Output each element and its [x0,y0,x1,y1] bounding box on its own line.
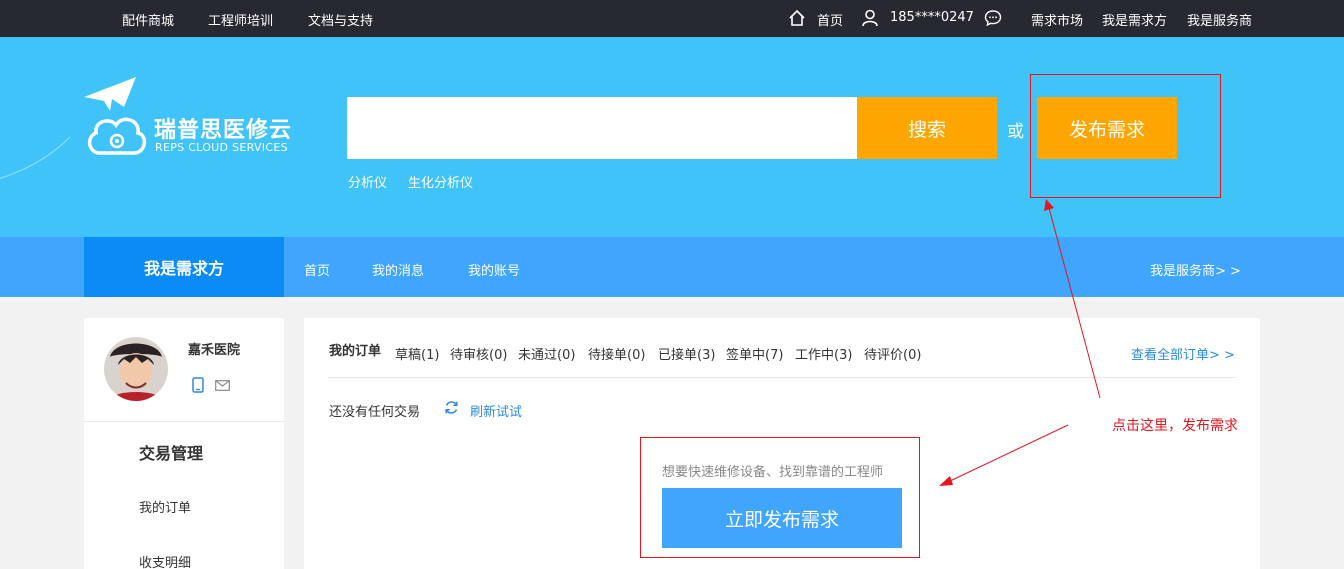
status-draft[interactable]: 草稿(1) [395,344,439,363]
refresh-link[interactable]: 刷新试试 [470,401,522,420]
nav-link-account[interactable]: 我的账号 [468,260,520,279]
hot-keyword-analyzer[interactable]: 分析仪 [348,172,387,191]
brand-tagline: REPS CLOUD SERVICES [155,141,288,154]
highlight-box-publish-now [640,437,920,558]
orders-title: 我的订单 [329,344,382,359]
nav-link-home[interactable]: 首页 [304,260,330,279]
section-title-trade: 交易管理 [139,444,204,463]
search-button[interactable]: 搜索 [857,97,997,159]
top-link-demand-market[interactable]: 需求市场 [1031,10,1083,29]
user-phone[interactable]: 185****0247 [890,10,974,25]
status-awaiting-rating[interactable]: 待评价(0) [864,344,921,363]
nav-active-role[interactable]: 我是需求方 [84,237,284,297]
top-link-i-am-demander[interactable]: 我是需求方 [1102,10,1167,29]
view-all-orders-link[interactable]: 查看全部订单> > [1131,344,1235,363]
message-icon[interactable] [984,9,1002,27]
logo-icon[interactable] [84,77,150,157]
highlight-box-publish [1030,74,1221,198]
avatar[interactable] [104,337,168,401]
search-input[interactable] [347,97,857,159]
or-text: 或 [1007,122,1024,142]
nav-switch-provider[interactable]: 我是服务商> > [1150,260,1241,279]
sidebar-divider [84,421,284,422]
annotation-text: 点击这里，发布需求 [1112,418,1238,434]
brand-name[interactable]: 瑞普思医修云 [154,112,292,144]
home-icon[interactable] [788,9,806,27]
status-pending-review[interactable]: 待审核(0) [450,344,507,363]
top-link-docs-support[interactable]: 文档与支持 [308,10,373,29]
top-bar: 配件商城 工程师培训 文档与支持 首页 185****0247 需求市场 我是需… [0,0,1344,37]
org-name: 嘉禾医院 [188,343,241,358]
status-in-progress[interactable]: 工作中(3) [795,344,852,363]
top-link-engineer-training[interactable]: 工程师培训 [208,10,273,29]
top-link-home[interactable]: 首页 [817,10,843,29]
status-accepted[interactable]: 已接单(3) [658,344,715,363]
hot-keyword-biochem-analyzer[interactable]: 生化分析仪 [408,172,473,191]
empty-state-text: 还没有任何交易 [329,405,421,420]
nav-bar: 我是需求方 首页 我的消息 我的账号 我是服务商> > [0,237,1344,297]
orders-divider [328,377,1236,378]
phone-icon[interactable] [192,377,204,393]
sidebar-item-income-expense[interactable]: 收支明细 [139,552,191,569]
sidebar: 嘉禾医院 交易管理 我的订单 收支明细 [84,318,284,569]
user-icon[interactable] [862,9,878,27]
email-icon[interactable] [215,380,230,391]
nav-link-messages[interactable]: 我的消息 [372,260,424,279]
status-awaiting-accept[interactable]: 待接单(0) [588,344,645,363]
top-link-i-am-provider[interactable]: 我是服务商 [1187,10,1252,29]
status-rejected[interactable]: 未通过(0) [518,344,575,363]
refresh-icon[interactable] [444,400,459,415]
top-link-parts-mall[interactable]: 配件商城 [122,10,174,29]
status-signing[interactable]: 签单中(7) [726,344,783,363]
sidebar-item-my-orders[interactable]: 我的订单 [139,497,191,516]
